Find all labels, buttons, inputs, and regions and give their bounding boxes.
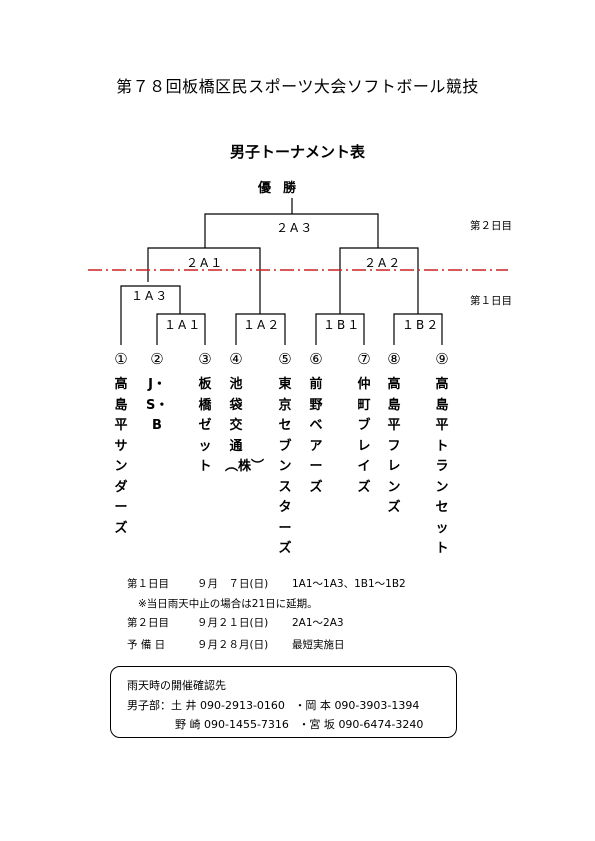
contact-name: 野 崎 [175, 718, 201, 731]
match-q13-label: １A３ [131, 289, 170, 303]
schedule-day1-label: 第１日目 [127, 578, 169, 590]
team-name: 高島平サンダーズ [114, 377, 128, 536]
team-number: ⑦ [357, 350, 371, 368]
match-sf1-label: ２A１ [186, 256, 225, 270]
contact-section-label: 男子部： [127, 699, 171, 712]
team-name: 高島平フレンズ [387, 377, 401, 515]
contact-phone: 090-1455-7316 [204, 718, 289, 731]
schedule-reserve: 予 備 日 ９月２８月(日) 最短実施日 [127, 637, 345, 652]
schedule-day1-date: ９月 ７日(日) [197, 578, 269, 590]
contact-phone: 090-2913-0160 [200, 699, 285, 712]
team-4: ④ 池袋交通︵株︶ [225, 349, 265, 478]
schedule-day1-matches: 1A1～1A3、1B1～1B2 [292, 578, 406, 590]
match-qb1-label: １B１ [323, 318, 362, 332]
team-2: ② J・S・B [146, 349, 168, 437]
schedule-day2-label: 第２日目 [127, 617, 169, 629]
team-number: ① [114, 350, 128, 368]
contact-row-2: 野 崎 090-1455-7316 ・宮 坂 090-6474-3240 [175, 716, 423, 732]
team-name: 仲町ブレイズ [357, 377, 371, 495]
schedule-day2-matches: 2A1～2A3 [292, 617, 344, 629]
team-1: ① 高島平サンダーズ [110, 349, 132, 539]
team-8: ⑧ 高島平フレンズ [383, 349, 405, 519]
contact-row-1: 男子部：土 井 090-2913-0160 ・岡 本 090-3903-1394 [127, 697, 419, 713]
team-7: ⑦ 仲町ブレイズ [353, 349, 375, 498]
team-6: ⑥ 前野ベアーズ [305, 349, 327, 498]
team-5: ⑤ 東京セブンスターズ [274, 349, 296, 560]
team-number: ③ [198, 350, 212, 368]
team-number: ⑤ [278, 350, 292, 368]
team-3: ③ 板橋ゼット [194, 349, 216, 478]
contact-name: ・岡 本 [294, 699, 331, 712]
contact-name: ・宮 坂 [298, 718, 335, 731]
team-number: ② [150, 350, 164, 368]
schedule-rain-note: ※当日雨天中止の場合は21日に延期。 [138, 598, 318, 610]
team-name: J・S・B [146, 377, 169, 433]
team-9: ⑨ 高島平トランセット [431, 349, 453, 560]
team-name: 東京セブンスターズ [278, 377, 292, 556]
team-name: 板橋ゼット [198, 377, 212, 474]
team-number: ⑥ [309, 350, 323, 368]
contact-heading: 雨天時の開催確認先 [127, 679, 226, 692]
team-number: ⑧ [387, 350, 401, 368]
schedule-reserve-matches: 最短実施日 [292, 639, 345, 651]
team-number: ④ [229, 350, 243, 368]
match-final-label: ２A３ [276, 221, 315, 235]
contact-phone: 090-6474-3240 [338, 718, 424, 731]
day2-label: 第２日目 [470, 220, 512, 232]
team-name: 高島平トランセット [435, 377, 449, 556]
match-sf2-label: ２A２ [364, 256, 403, 270]
schedule-day2-date: ９月２１日(日) [197, 617, 269, 629]
contact-name: 土 井 [171, 699, 197, 712]
team-name: 前野ベアーズ [309, 377, 323, 495]
schedule-day1: 第１日目 ９月 ７日(日) 1A1～1A3、1B1～1B2 [127, 576, 406, 591]
contact-phone: 090-3903-1394 [334, 699, 420, 712]
schedule-day2: 第２日目 ９月２１日(日) 2A1～2A3 [127, 615, 344, 630]
day1-label: 第１日目 [470, 295, 512, 307]
match-q12-label: １A２ [243, 318, 282, 332]
match-qb2-label: １B２ [402, 318, 441, 332]
team-number: ⑨ [435, 350, 449, 368]
match-q11-label: １A１ [164, 318, 203, 332]
team-name: 池袋交通︵株︶ [225, 377, 265, 474]
schedule-reserve-label: 予 備 日 [127, 639, 166, 651]
schedule-reserve-date: ９月２８月(日) [197, 639, 269, 651]
